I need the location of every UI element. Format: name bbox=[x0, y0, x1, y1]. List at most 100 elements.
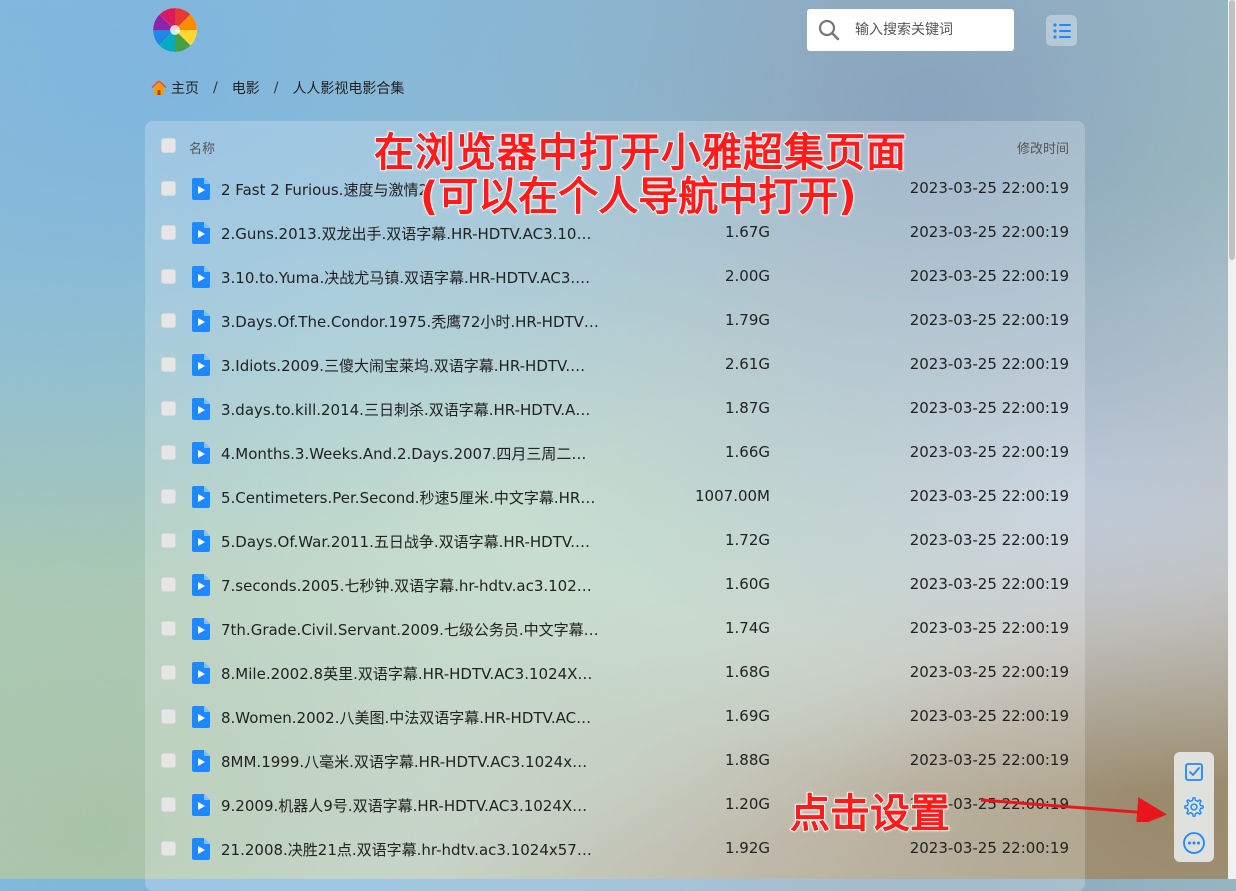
row-checkbox[interactable] bbox=[161, 181, 176, 196]
file-size: 1.20G bbox=[724, 795, 770, 813]
table-row[interactable]: 3.days.to.kill.2014.三日刺杀.双语字幕.HR-HDTV.A…… bbox=[145, 387, 1085, 431]
list-menu-icon bbox=[1052, 22, 1071, 39]
row-checkbox[interactable] bbox=[161, 709, 176, 724]
file-size: 1.66G bbox=[724, 443, 770, 461]
file-name-link[interactable]: 3.days.to.kill.2014.三日刺杀.双语字幕.HR-HDTV.A… bbox=[221, 399, 621, 420]
video-file-icon bbox=[192, 530, 210, 552]
table-row[interactable]: 7.seconds.2005.七秒钟.双语字幕.hr-hdtv.ac3.102…… bbox=[145, 563, 1085, 607]
file-size: 1.68G bbox=[724, 663, 770, 681]
file-size: 2.61G bbox=[724, 355, 770, 373]
page-scrollbar[interactable] bbox=[1228, 0, 1236, 879]
row-checkbox[interactable] bbox=[161, 357, 176, 372]
file-modified-time: 2023-03-25 22:00:19 bbox=[909, 179, 1069, 197]
breadcrumb-separator: / bbox=[213, 80, 218, 96]
gear-icon bbox=[1184, 797, 1204, 817]
file-size: 1.79G bbox=[724, 311, 770, 329]
video-file-icon bbox=[192, 222, 210, 244]
file-modified-time: 2023-03-25 22:00:19 bbox=[909, 531, 1069, 549]
table-row[interactable]: 8MM.1999.八毫米.双语字幕.HR-HDTV.AC3.1024x… 1.88… bbox=[145, 739, 1085, 783]
row-checkbox[interactable] bbox=[161, 269, 176, 284]
row-checkbox[interactable] bbox=[161, 753, 176, 768]
file-size: 2.00G bbox=[724, 267, 770, 285]
annotation-open-page-hint: (可以在个人导航中打开) bbox=[419, 173, 857, 221]
column-header-name[interactable]: 名称 bbox=[189, 138, 215, 157]
table-row[interactable]: 3.10.to.Yuma.决战尤马镇.双语字幕.HR-HDTV.AC3.… 2.0… bbox=[145, 255, 1085, 299]
table-row[interactable]: 3.Days.Of.The.Condor.1975.秃鹰72小时.HR-HDTV… bbox=[145, 299, 1085, 343]
file-size: 1.60G bbox=[724, 575, 770, 593]
file-name-link[interactable]: 7.seconds.2005.七秒钟.双语字幕.hr-hdtv.ac3.102… bbox=[221, 575, 621, 596]
breadcrumb-separator: / bbox=[273, 80, 279, 96]
file-size: 1.87G bbox=[724, 399, 770, 417]
row-checkbox[interactable] bbox=[161, 621, 176, 636]
file-name-link[interactable]: 8.Women.2002.八美图.中法双语字幕.HR-HDTV.AC… bbox=[221, 707, 621, 728]
file-size: 1.72G bbox=[724, 531, 770, 549]
file-size: 1.74G bbox=[724, 619, 770, 637]
video-file-icon bbox=[192, 354, 210, 376]
file-name-link[interactable]: 5.Days.Of.War.2011.五日战争.双语字幕.HR-HDTV.… bbox=[221, 531, 621, 552]
select-mode-button[interactable] bbox=[1182, 760, 1206, 784]
file-modified-time: 2023-03-25 22:00:19 bbox=[909, 443, 1069, 461]
settings-button[interactable] bbox=[1182, 795, 1206, 819]
search-icon[interactable] bbox=[817, 18, 841, 42]
file-size: 1.67G bbox=[724, 223, 770, 241]
more-button[interactable] bbox=[1182, 831, 1206, 855]
video-file-icon bbox=[192, 838, 210, 860]
file-modified-time: 2023-03-25 22:00:19 bbox=[909, 575, 1069, 593]
video-file-icon bbox=[192, 486, 210, 508]
row-checkbox[interactable] bbox=[161, 665, 176, 680]
row-checkbox[interactable] bbox=[161, 401, 176, 416]
row-checkbox[interactable] bbox=[161, 797, 176, 812]
file-name-link[interactable]: 21.2008.决胜21点.双语字幕.hr-hdtv.ac3.1024x57… bbox=[221, 839, 621, 860]
table-row[interactable]: 4.Months.3.Weeks.And.2.Days.2007.四月三周二… 1… bbox=[145, 431, 1085, 475]
file-modified-time: 2023-03-25 22:00:19 bbox=[909, 267, 1069, 285]
file-modified-time: 2023-03-25 22:00:19 bbox=[909, 751, 1069, 769]
breadcrumb-item-movies[interactable]: 电影 bbox=[232, 78, 260, 98]
file-name-link[interactable]: 3.Idiots.2009.三傻大闹宝莱坞.双语字幕.HR-HDTV.… bbox=[221, 355, 621, 376]
more-dots-icon bbox=[1183, 832, 1205, 854]
row-checkbox[interactable] bbox=[161, 313, 176, 328]
video-file-icon bbox=[192, 310, 210, 332]
row-checkbox[interactable] bbox=[161, 841, 176, 856]
file-modified-time: 2023-03-25 22:00:19 bbox=[909, 223, 1069, 241]
file-modified-time: 2023-03-25 22:00:19 bbox=[909, 355, 1069, 373]
video-file-icon bbox=[192, 266, 210, 288]
file-name-link[interactable]: 9.2009.机器人9号.双语字幕.HR-HDTV.AC3.1024X… bbox=[221, 795, 621, 816]
file-modified-time: 2023-03-25 22:00:19 bbox=[909, 707, 1069, 725]
file-name-link[interactable]: 3.Days.Of.The.Condor.1975.秃鹰72小时.HR-HDTV… bbox=[221, 311, 621, 332]
row-checkbox[interactable] bbox=[161, 577, 176, 592]
video-file-icon bbox=[192, 178, 210, 200]
row-checkbox[interactable] bbox=[161, 533, 176, 548]
table-row[interactable]: 5.Centimeters.Per.Second.秒速5厘米.中文字幕.HR… 1… bbox=[145, 475, 1085, 519]
row-checkbox[interactable] bbox=[161, 445, 176, 460]
file-name-link[interactable]: 7th.Grade.Civil.Servant.2009.七级公务员.中文字幕… bbox=[221, 619, 621, 640]
row-checkbox[interactable] bbox=[161, 225, 176, 240]
file-name-link[interactable]: 3.10.to.Yuma.决战尤马镇.双语字幕.HR-HDTV.AC3.… bbox=[221, 267, 621, 288]
file-size: 1.88G bbox=[724, 751, 770, 769]
table-row[interactable]: 3.Idiots.2009.三傻大闹宝莱坞.双语字幕.HR-HDTV.… 2.61… bbox=[145, 343, 1085, 387]
table-row[interactable]: 8.Women.2002.八美图.中法双语字幕.HR-HDTV.AC… 1.69G… bbox=[145, 695, 1085, 739]
table-row[interactable]: 5.Days.Of.War.2011.五日战争.双语字幕.HR-HDTV.… 1.… bbox=[145, 519, 1085, 563]
select-all-checkbox[interactable] bbox=[161, 138, 176, 153]
file-name-link[interactable]: 8.Mile.2002.8英里.双语字幕.HR-HDTV.AC3.1024X… bbox=[221, 663, 621, 684]
site-logo[interactable] bbox=[153, 8, 197, 52]
table-row[interactable]: 7th.Grade.Civil.Servant.2009.七级公务员.中文字幕…… bbox=[145, 607, 1085, 651]
file-name-link[interactable]: 8MM.1999.八毫米.双语字幕.HR-HDTV.AC3.1024x… bbox=[221, 751, 621, 772]
row-checkbox[interactable] bbox=[161, 489, 176, 504]
scrollbar-thumb[interactable] bbox=[1229, 0, 1235, 260]
search-box[interactable] bbox=[807, 9, 1014, 51]
video-file-icon bbox=[192, 618, 210, 640]
file-modified-time: 2023-03-25 22:00:19 bbox=[909, 311, 1069, 329]
file-name-link[interactable]: 2.Guns.2013.双龙出手.双语字幕.HR-HDTV.AC3.10… bbox=[221, 223, 621, 244]
search-input[interactable] bbox=[853, 21, 1007, 39]
breadcrumb-item-collection[interactable]: 人人影视电影合集 bbox=[292, 78, 404, 98]
file-name-link[interactable]: 5.Centimeters.Per.Second.秒速5厘米.中文字幕.HR… bbox=[221, 487, 621, 508]
file-modified-time: 2023-03-25 22:00:19 bbox=[909, 619, 1069, 637]
pinwheel-logo-icon bbox=[153, 8, 197, 52]
column-header-modified[interactable]: 修改时间 bbox=[1017, 138, 1069, 157]
breadcrumb-home[interactable]: 主页 bbox=[171, 78, 199, 98]
file-name-link[interactable]: 4.Months.3.Weeks.And.2.Days.2007.四月三周二… bbox=[221, 443, 621, 464]
list-menu-button[interactable] bbox=[1046, 15, 1077, 46]
table-row[interactable]: 8.Mile.2002.8英里.双语字幕.HR-HDTV.AC3.1024X… 1… bbox=[145, 651, 1085, 695]
video-file-icon bbox=[192, 662, 210, 684]
file-modified-time: 2023-03-25 22:00:19 bbox=[909, 399, 1069, 417]
